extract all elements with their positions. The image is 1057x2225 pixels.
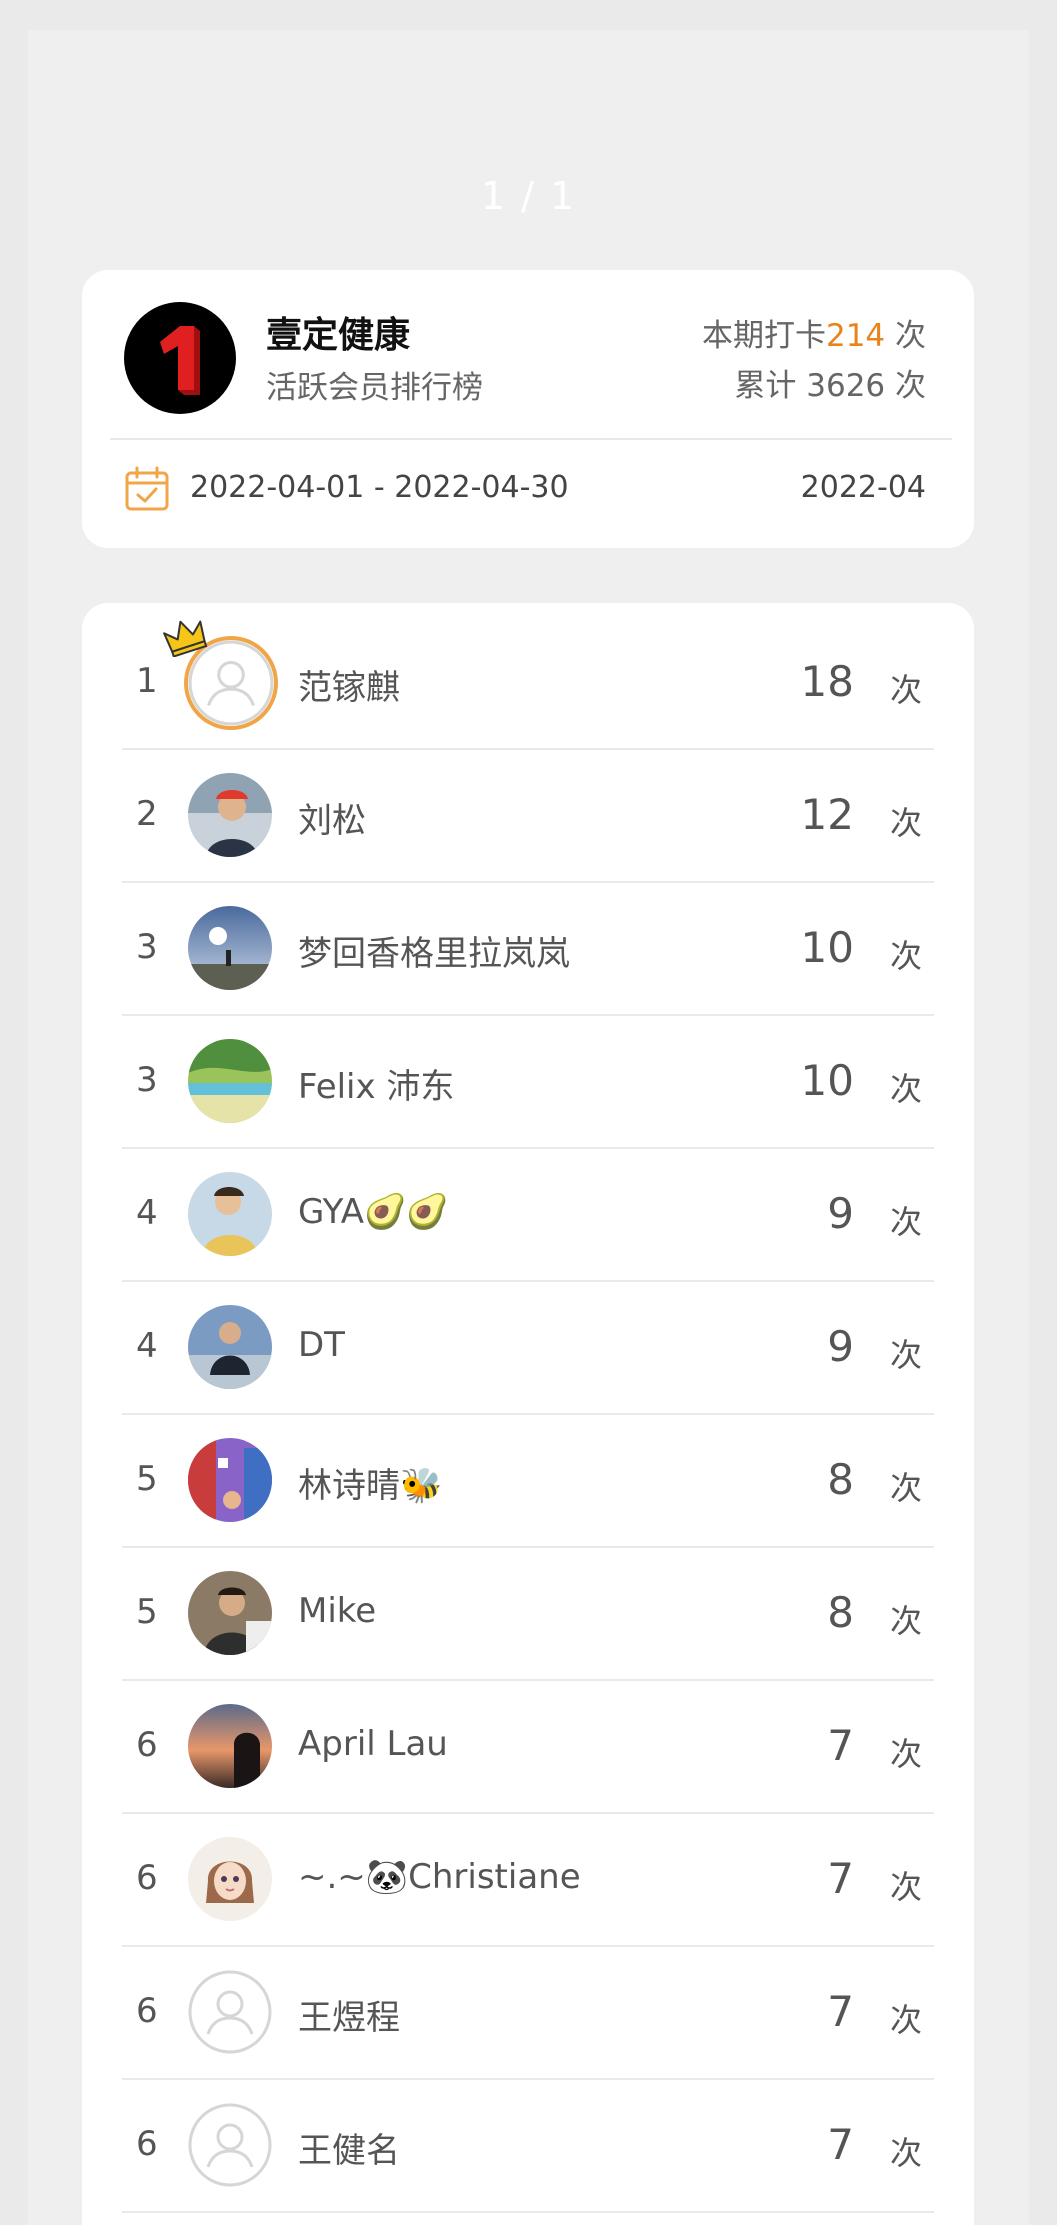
avatar[interactable] bbox=[188, 1438, 272, 1522]
checkin-count: 7 bbox=[827, 1854, 854, 1903]
ranking-row[interactable]: 5 Mike 8 次 bbox=[122, 1548, 934, 1681]
org-logo bbox=[124, 302, 236, 414]
rank-number: 4 bbox=[136, 1193, 158, 1233]
rank-number: 5 bbox=[136, 1459, 158, 1499]
rank-number: 5 bbox=[136, 1592, 158, 1632]
period-checkins-unit: 次 bbox=[895, 318, 926, 354]
org-name: 壹定健康 bbox=[266, 315, 411, 356]
rank-number: 1 bbox=[136, 661, 158, 701]
ranking-row[interactable]: 6 ~.~🐼Christiane 7 次 bbox=[122, 1814, 934, 1947]
avatar[interactable] bbox=[188, 2103, 272, 2187]
rank-number: 4 bbox=[136, 1326, 158, 1366]
checkin-count: 7 bbox=[827, 1987, 854, 2036]
count-unit: 次 bbox=[889, 804, 922, 842]
member-name: 范镓麒 bbox=[298, 668, 400, 708]
count-unit: 次 bbox=[889, 1469, 922, 1507]
member-name: Mike bbox=[298, 1591, 377, 1631]
date-range: 2022-04-01 - 2022-04-30 bbox=[190, 470, 569, 505]
period-checkins-label: 本期打卡 bbox=[701, 318, 826, 354]
rank-number: 6 bbox=[136, 1725, 158, 1765]
count-unit: 次 bbox=[889, 2001, 922, 2039]
ranking-row[interactable]: 6 王煜程 7 次 bbox=[122, 1947, 934, 2080]
avatar[interactable] bbox=[188, 1172, 272, 1256]
checkin-count: 8 bbox=[827, 1455, 854, 1504]
avatar[interactable] bbox=[188, 1571, 272, 1655]
ranking-list-card: 1 范镓麒 18 次 2 刘松 12 次 3 梦回香格里拉岚岚 10 次 3 Felix 沛东 10 次 4 GY… bbox=[82, 603, 974, 2225]
ranking-row[interactable]: 3 Felix 沛东 10 次 bbox=[122, 1016, 934, 1149]
count-unit: 次 bbox=[889, 1203, 922, 1241]
ranking-row[interactable]: 3 梦回香格里拉岚岚 10 次 bbox=[122, 883, 934, 1016]
avatar[interactable] bbox=[188, 1837, 272, 1921]
rank-number: 3 bbox=[136, 927, 158, 967]
header-divider bbox=[110, 438, 952, 440]
rank-number: 6 bbox=[136, 2124, 158, 2164]
rank-number: 3 bbox=[136, 1060, 158, 1100]
member-name: Felix 沛东 bbox=[298, 1067, 455, 1107]
rank-number: 6 bbox=[136, 1991, 158, 2031]
header-card: 壹定健康 活跃会员排行榜 本期打卡214 次 累计 3626 次 2022-04… bbox=[82, 270, 974, 548]
total-checkins: 累计 3626 次 bbox=[734, 368, 926, 404]
ranking-list: 1 范镓麒 18 次 2 刘松 12 次 3 梦回香格里拉岚岚 10 次 3 Felix 沛东 10 次 4 GY… bbox=[122, 617, 934, 2213]
period-checkins: 本期打卡214 次 bbox=[702, 310, 926, 355]
page-indicator: 1 / 1 bbox=[480, 174, 577, 218]
count-unit: 次 bbox=[889, 937, 922, 975]
member-name: 刘松 bbox=[298, 801, 366, 841]
avatar[interactable] bbox=[188, 1039, 272, 1123]
period-checkins-value: 214 bbox=[825, 318, 886, 354]
ranking-row[interactable]: 2 刘松 12 次 bbox=[122, 750, 934, 883]
count-unit: 次 bbox=[889, 1070, 922, 1108]
calendar-check-icon bbox=[125, 466, 169, 511]
checkin-count: 10 bbox=[800, 1056, 854, 1105]
count-unit: 次 bbox=[889, 2134, 922, 2172]
checkin-count: 9 bbox=[827, 1189, 854, 1238]
count-unit: 次 bbox=[889, 1735, 922, 1773]
ranking-row[interactable]: 5 林诗晴🐝 8 次 bbox=[122, 1415, 934, 1548]
avatar[interactable] bbox=[188, 773, 272, 857]
member-name: 梦回香格里拉岚岚 bbox=[298, 934, 570, 974]
avatar[interactable] bbox=[188, 1305, 272, 1389]
member-name: 林诗晴🐝 bbox=[298, 1466, 443, 1506]
ranking-row[interactable]: 6 王健名 7 次 bbox=[122, 2080, 934, 2213]
ranking-row[interactable]: 4 DT 9 次 bbox=[122, 1282, 934, 1415]
crown-icon bbox=[163, 620, 208, 657]
count-unit: 次 bbox=[889, 1602, 922, 1640]
count-unit: 次 bbox=[889, 1336, 922, 1374]
ranking-row[interactable]: 4 GYA🥑🥑 9 次 bbox=[122, 1149, 934, 1282]
member-name: DT bbox=[298, 1325, 345, 1365]
rank-number: 2 bbox=[136, 794, 158, 834]
checkin-count: 12 bbox=[800, 790, 854, 839]
avatar[interactable] bbox=[188, 906, 272, 990]
member-name: 王煜程 bbox=[298, 1998, 400, 2038]
checkin-count: 18 bbox=[800, 657, 854, 706]
period-selector[interactable]: 2022-04 bbox=[801, 470, 926, 505]
member-name: GYA🥑🥑 bbox=[298, 1192, 449, 1232]
checkin-count: 10 bbox=[800, 923, 854, 972]
checkin-count: 9 bbox=[827, 1322, 854, 1371]
rank-number: 6 bbox=[136, 1858, 158, 1898]
count-unit: 次 bbox=[889, 671, 922, 709]
ranking-row[interactable]: 1 范镓麒 18 次 bbox=[122, 617, 934, 750]
member-name: ~.~🐼Christiane bbox=[298, 1857, 581, 1897]
ranking-row[interactable]: 6 April Lau 7 次 bbox=[122, 1681, 934, 1814]
avatar[interactable] bbox=[188, 1704, 272, 1788]
checkin-count: 7 bbox=[827, 1721, 854, 1770]
checkin-count: 8 bbox=[827, 1588, 854, 1637]
member-name: 王健名 bbox=[298, 2131, 400, 2171]
member-name: April Lau bbox=[298, 1724, 448, 1764]
avatar[interactable] bbox=[188, 1970, 272, 2054]
count-unit: 次 bbox=[889, 1868, 922, 1906]
ranking-subtitle: 活跃会员排行榜 bbox=[266, 370, 483, 406]
checkin-count: 7 bbox=[827, 2120, 854, 2169]
